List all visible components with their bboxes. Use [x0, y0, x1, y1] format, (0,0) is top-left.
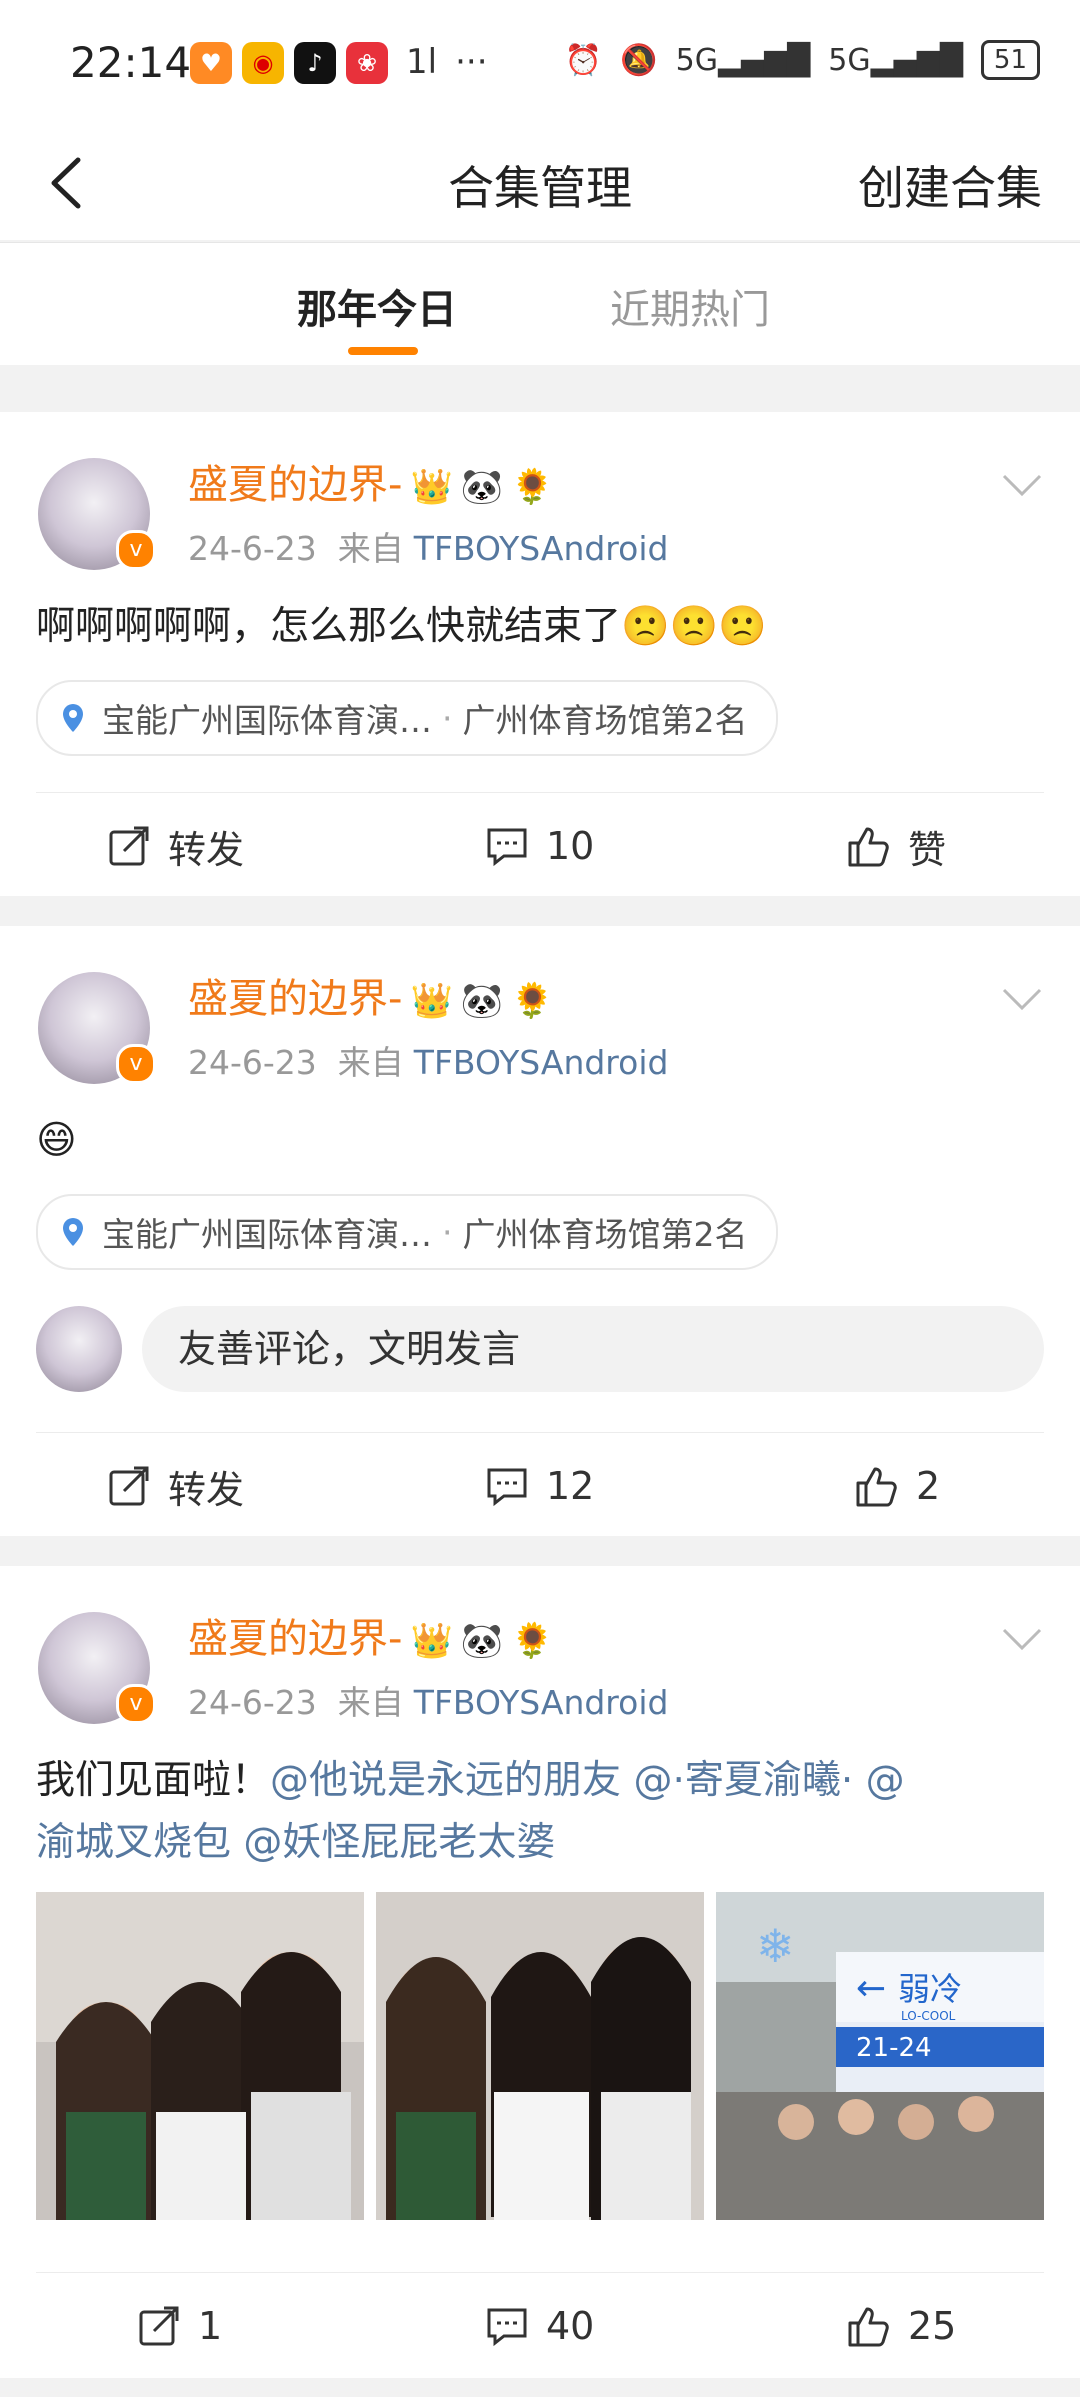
panda-icon: 🐼 [460, 981, 504, 1021]
my-avatar [36, 1306, 122, 1392]
location-pin-icon [63, 1218, 83, 1246]
verified-badge-icon: v [116, 1684, 156, 1724]
chevron-down-icon[interactable] [1000, 984, 1044, 1014]
post-photo-2[interactable] [376, 1892, 704, 2220]
sign-arrow: ← [856, 1968, 886, 2009]
panda-icon: 🐼 [460, 1621, 504, 1661]
repost-button[interactable]: 1 [136, 2276, 222, 2376]
comment-button[interactable]: 12 [484, 1436, 594, 1536]
mention-link[interactable]: @·寄夏渝曦· [633, 1758, 853, 1803]
sunflower-icon: 🌻 [511, 1621, 554, 1661]
post-card[interactable]: v 盛夏的边界- 👑 🐼 🌻 24-6-23 来自 TFBOYSAndroid 啊啊啊啊… [0, 412, 1080, 896]
location-tag[interactable]: 宝能广州国际体育演… · 广州体育场馆第2名 [36, 1194, 778, 1270]
chevron-down-icon[interactable] [1000, 470, 1044, 500]
tab-that-year-today[interactable]: 那年今日 [297, 277, 457, 335]
signal-icon-1: 5G▂▄▆█ [675, 42, 811, 78]
photo-1-image [36, 1892, 364, 2220]
location-tag[interactable]: 宝能广州国际体育演… · 广州体育场馆第2名 [36, 680, 778, 756]
repost-button[interactable]: 转发 [106, 796, 244, 896]
mention-link[interactable]: 渝城叉烧包 [36, 1820, 231, 1865]
username[interactable]: 盛夏的边界- 👑 🐼 🌻 [188, 966, 553, 1024]
post-meta: 24-6-23 来自 TFBOYSAndroid [188, 529, 669, 568]
data-transfer-icon: 1l [406, 42, 438, 82]
comment-icon [487, 828, 527, 867]
like-button[interactable]: 赞 [846, 796, 946, 896]
thumbs-up-icon [848, 2307, 889, 2347]
mention-link[interactable]: @他说是永远的朋友 [270, 1758, 621, 1803]
post-meta: 24-6-23 来自 TFBOYSAndroid [188, 1683, 669, 1722]
mention-link[interactable]: @ [866, 1758, 905, 1803]
post-photo-1[interactable] [36, 1892, 364, 2220]
system-status: ⏰ 🔕 5G▂▄▆█ 5G▂▄▆█ 51 [565, 40, 1040, 80]
heart-app-icon: ♥ [190, 42, 232, 84]
notification-icons: ♥ ◉ ♪ ❀ 1l ··· [190, 42, 488, 84]
sign-doors: 21-24 [856, 2033, 932, 2063]
sign-subtext: LO-COOL [901, 2009, 956, 2023]
signal-icon-2: 5G▂▄▆█ [828, 42, 963, 78]
sunflower-icon: 🌻 [511, 981, 554, 1021]
chevron-down-icon[interactable] [1000, 1624, 1044, 1654]
verified-badge-icon: v [116, 530, 156, 570]
back-arrow-icon[interactable] [36, 148, 106, 218]
post-actions: 1 40 25 [0, 2276, 1080, 2376]
post-card[interactable]: v 盛夏的边界- 👑 🐼 🌻 24-6-23 来自 TFBOYSAndroid 我们见面… [0, 1566, 1080, 2378]
post-actions: 转发 10 赞 [0, 796, 1080, 896]
divider [36, 792, 1044, 793]
post-meta: 24-6-23 来自 TFBOYSAndroid [188, 1043, 669, 1082]
alarm-icon: ⏰ [564, 42, 603, 78]
post-photo-3[interactable]: ← 弱冷 LO-COOL 21-24 ❄ [716, 1892, 1044, 2220]
create-collection-button[interactable]: 创建合集 [858, 152, 1042, 218]
thumbs-up-icon [856, 1467, 897, 1507]
divider [36, 2272, 1044, 2273]
post-text: 我们见面啦！@他说是永远的朋友 @·寄夏渝曦· @ 渝城叉烧包 @妖怪屁屁老太婆 [36, 1758, 905, 1865]
crown-icon: 👑 [410, 467, 453, 507]
username[interactable]: 盛夏的边界- 👑 🐼 🌻 [188, 1606, 553, 1664]
verified-badge-icon: v [116, 1044, 156, 1084]
battery-icon: 51 [980, 40, 1040, 80]
sunflower-icon: 🌻 [511, 467, 554, 507]
active-tab-indicator [348, 347, 418, 355]
divider [36, 1432, 1044, 1433]
repost-icon [139, 2306, 179, 2346]
like-button[interactable]: 2 [854, 1436, 940, 1536]
comment-icon [487, 1468, 527, 1507]
comment-button[interactable]: 10 [484, 796, 594, 896]
snowflake-icon: ❄ [756, 1919, 795, 1973]
thumbs-up-icon [848, 827, 889, 867]
crown-icon: 👑 [410, 1621, 453, 1661]
post-text: 😄 [36, 1118, 77, 1163]
panda-icon: 🐼 [460, 467, 504, 507]
tab-recent-hot[interactable]: 近期热门 [610, 277, 770, 335]
comment-button[interactable]: 40 [484, 2276, 594, 2376]
comment-icon [487, 2308, 527, 2347]
post-actions: 转发 12 2 [0, 1436, 1080, 1536]
post-card[interactable]: v 盛夏的边界- 👑 🐼 🌻 24-6-23 来自 TFBOYSAndroid 😄 宝能… [0, 926, 1080, 1536]
repost-icon [109, 826, 149, 866]
repost-button[interactable]: 转发 [106, 1436, 244, 1536]
location-pin-icon [63, 704, 83, 732]
red-app-icon: ❀ [346, 42, 388, 84]
like-button[interactable]: 25 [846, 2276, 956, 2376]
repost-icon [109, 1466, 149, 1506]
photo-2-image [376, 1892, 704, 2220]
nav-header: 合集管理 创建合集 [0, 130, 1080, 240]
status-bar: 22:14 ♥ ◉ ♪ ❀ 1l ··· ⏰ 🔕 5G▂▄▆█ 5G▂▄▆█ 5… [0, 0, 1080, 130]
photo-3-image: ← 弱冷 LO-COOL 21-24 ❄ [716, 1892, 1044, 2220]
weibo-app-icon: ◉ [242, 42, 284, 84]
crown-icon: 👑 [410, 981, 453, 1021]
mention-link[interactable]: @妖怪屁屁老太婆 [243, 1820, 555, 1865]
comment-input[interactable]: 友善评论，文明发言 [142, 1306, 1044, 1392]
sign-text: 弱冷 [898, 1970, 962, 2008]
mute-icon: 🔕 [620, 42, 658, 78]
tiktok-app-icon: ♪ [294, 42, 336, 84]
username[interactable]: 盛夏的边界- 👑 🐼 🌻 [188, 452, 553, 510]
status-time: 22:14 [70, 38, 192, 87]
tab-bar: 那年今日 近期热门 [0, 242, 1080, 365]
post-text: 啊啊啊啊啊，怎么那么快就结束了🙁🙁🙁 [36, 604, 767, 649]
more-notifications-icon: ··· [455, 42, 488, 82]
